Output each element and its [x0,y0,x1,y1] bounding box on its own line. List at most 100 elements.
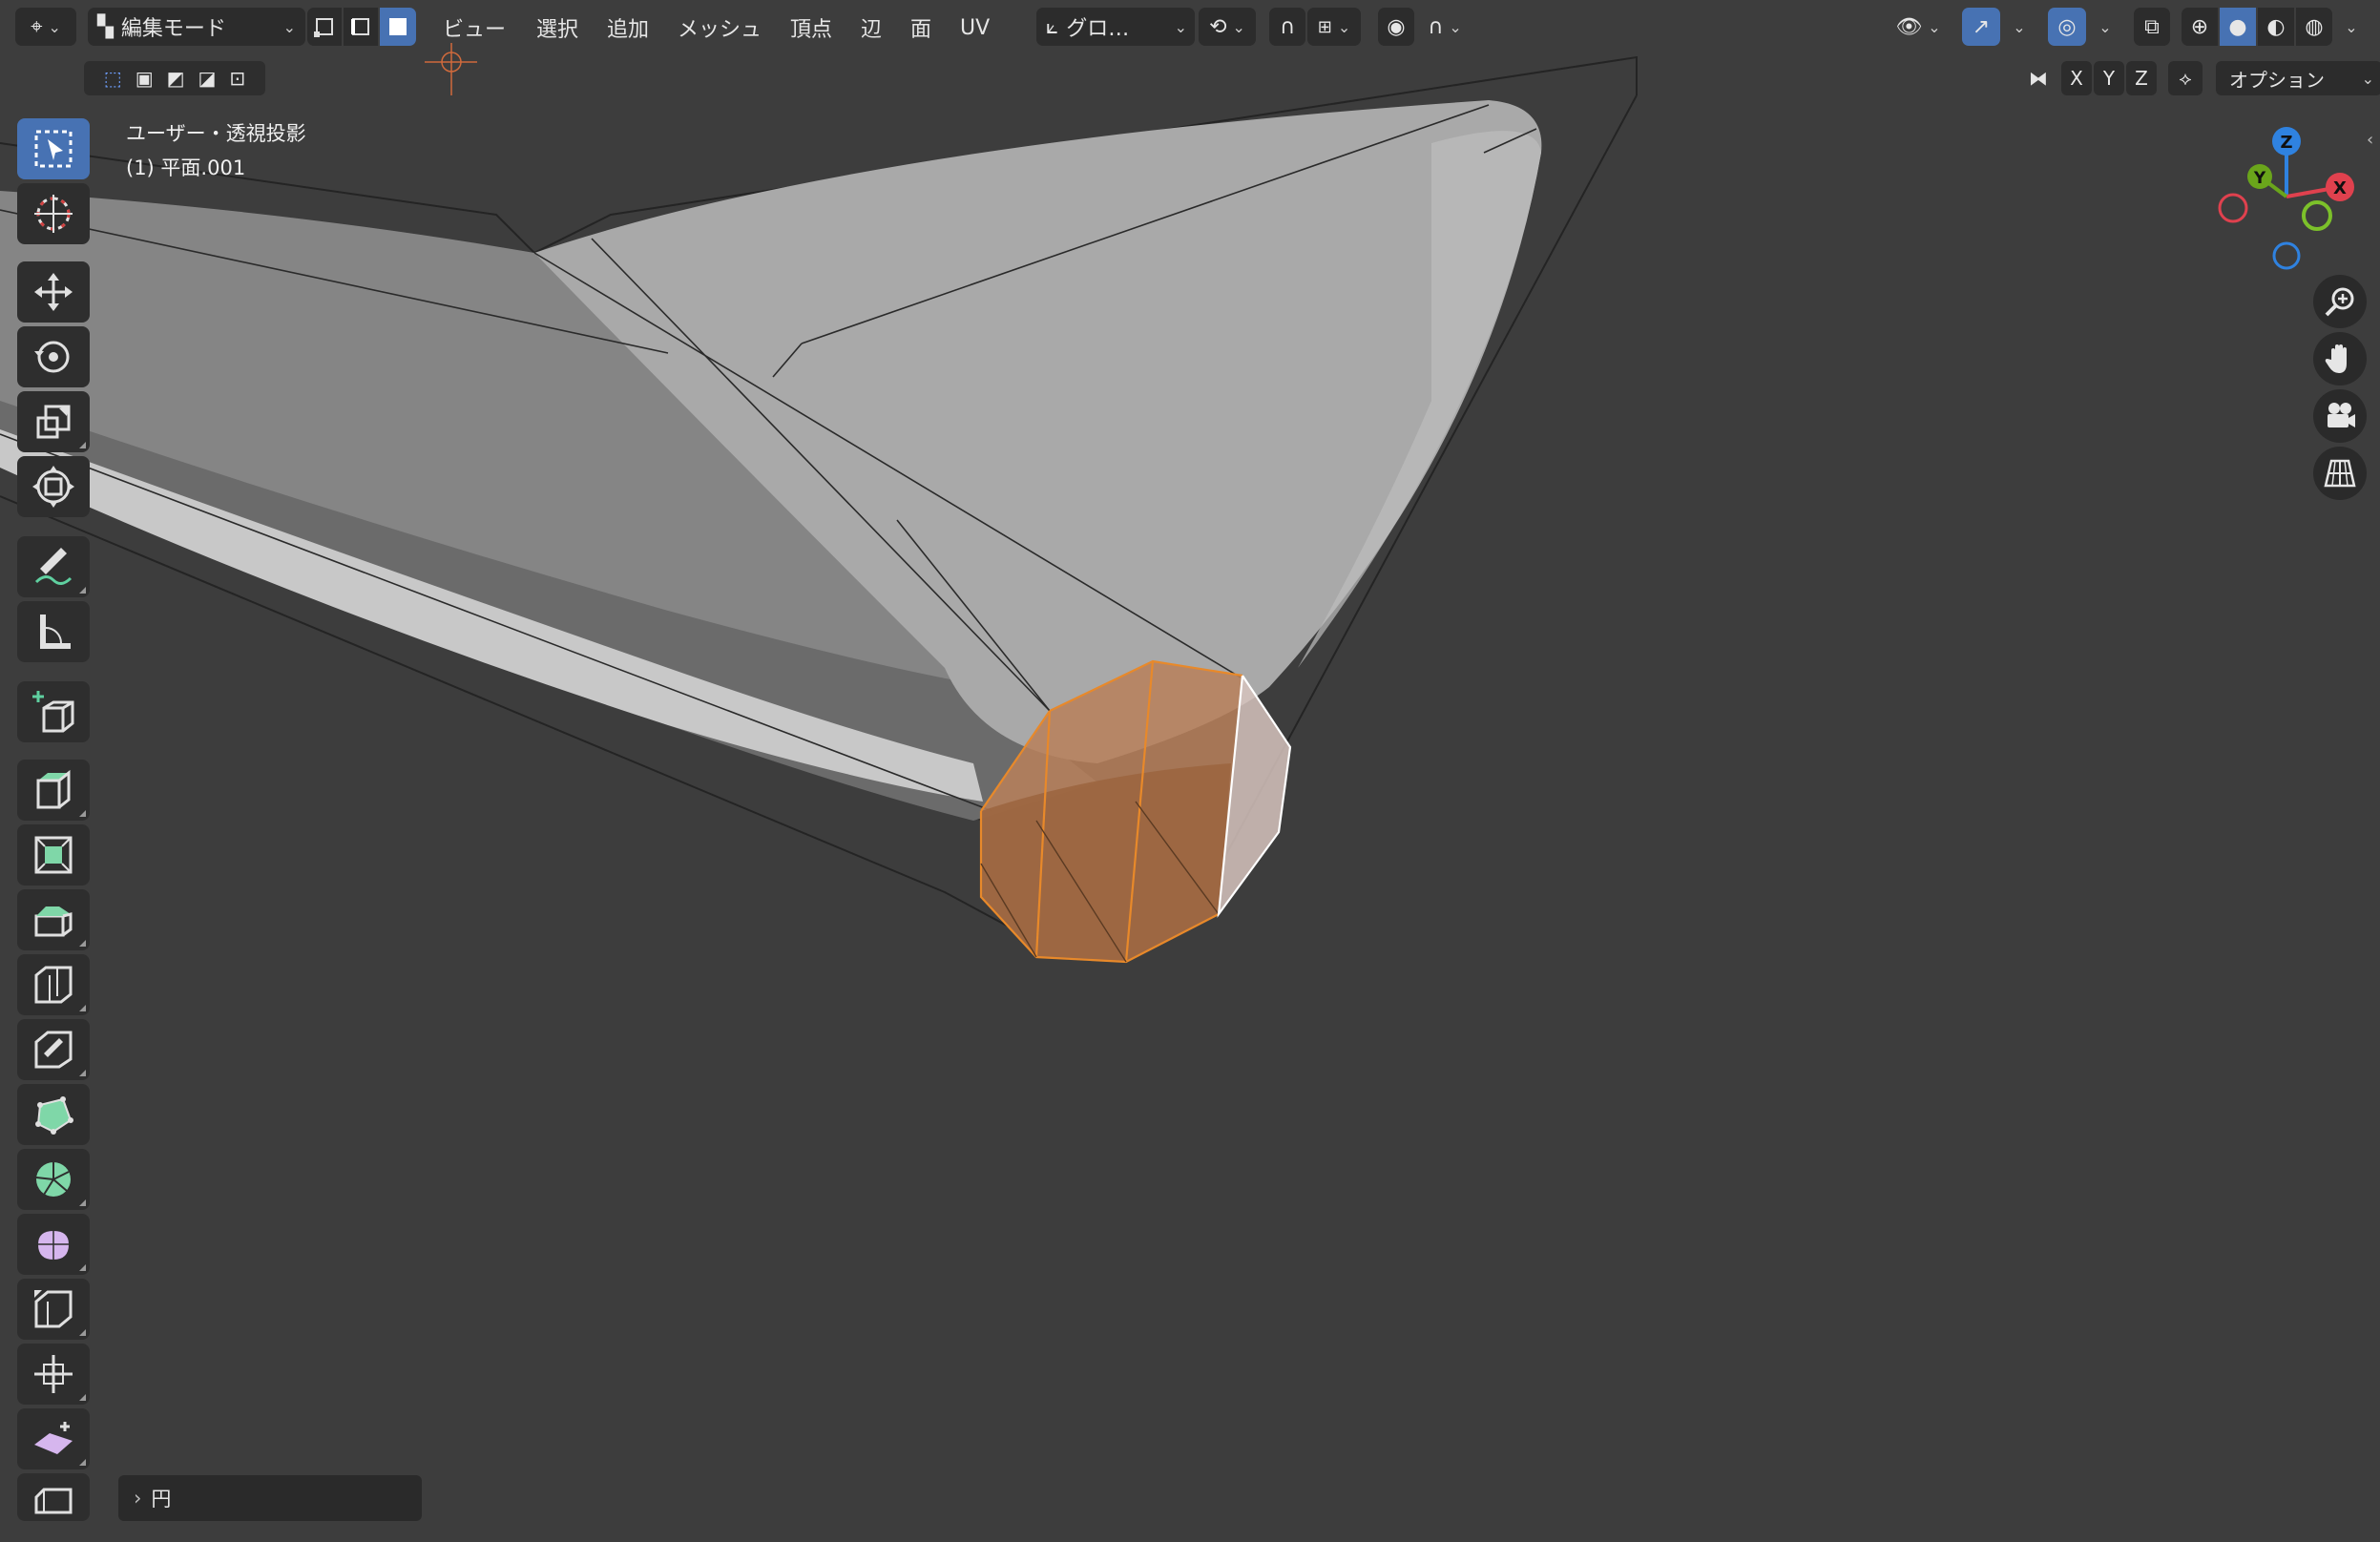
measure-tool[interactable] [17,601,90,662]
shear-tool[interactable] [17,1408,90,1469]
rotate-tool[interactable] [17,326,90,387]
material-sphere-icon: ◐ [2266,14,2286,39]
wireframe-shading-button[interactable]: ⊕ [2182,8,2218,46]
inset-faces-tool[interactable] [17,824,90,886]
edge-select-icon [351,18,369,35]
scale-tool[interactable] [17,391,90,452]
measure-icon [40,615,71,649]
knife-tool[interactable] [17,1019,90,1080]
transform-orientation-dropdown[interactable]: ⟀ グロ… ⌄ [1036,8,1195,46]
overlays-dropdown[interactable]: ⌄ [2088,8,2117,46]
options-label: オプション [2229,68,2325,92]
proportional-edit-icon: ◉ [1387,14,1406,39]
add-cube-tool[interactable] [17,681,90,742]
zoom-button[interactable] [2313,275,2367,328]
menu-edge[interactable]: 辺 [855,11,887,44]
select-new-icon[interactable]: ⬚ [104,67,122,90]
spin-tool[interactable] [17,1149,90,1210]
face-select-icon [389,18,407,35]
smooth-tool[interactable] [17,1214,90,1275]
last-operator-panel[interactable]: › 円 [118,1475,422,1521]
menu-mesh[interactable]: メッシュ [672,11,767,44]
chevron-down-icon: ⌄ [2013,17,2026,36]
rip-region-tool[interactable] [17,1473,90,1521]
material-shading-button[interactable]: ◐ [2258,8,2294,46]
extrude-region-tool[interactable] [17,760,90,821]
snap-target-dropdown[interactable]: ⊞ ⌄ [1307,8,1361,46]
select-invert-icon[interactable]: ◪ [198,67,217,90]
editor-type-button[interactable]: ⌖ ⌄ [15,8,76,46]
gizmo-toggle[interactable]: ↗ [1962,8,2000,46]
face-select-button[interactable] [380,8,416,46]
vertex-select-button[interactable] [307,8,342,46]
topology-mirror-button[interactable]: ⟡ [2168,61,2203,95]
menu-view[interactable]: ビュー [437,11,511,44]
visibility-dropdown[interactable]: 👁 ⌄ [1888,8,1949,46]
chevron-right-icon: › [134,1487,142,1510]
shear-icon [34,1422,73,1454]
edge-select-button[interactable] [344,8,378,46]
3d-viewport[interactable] [0,0,2380,1538]
sidebar-toggle-icon[interactable]: ‹ [2367,130,2373,150]
topology-icon: ⟡ [2179,67,2192,90]
cursor-tool[interactable] [17,183,90,244]
select-subtract-icon[interactable]: ◩ [167,67,185,90]
select-box-tool[interactable] [17,118,90,179]
axis-gizmo: Z X Y [2218,127,2354,270]
menu-select[interactable]: 選択 [531,11,584,44]
select-intersect-icon[interactable]: ⊡ [229,67,245,90]
camera-view-button[interactable] [2313,389,2367,443]
perspective-toggle-button[interactable] [2313,447,2367,500]
pan-button[interactable] [2313,332,2367,386]
menu-uv[interactable]: UV [954,11,995,44]
navigation-gizmo[interactable]: Z X Y [2212,122,2365,271]
selection-mode-group: ⬚ ▣ ◩ ◪ ⊡ [84,61,265,95]
shading-dropdown[interactable]: ⌄ [2334,8,2363,46]
solid-sphere-icon: ● [2228,14,2247,39]
menu-add[interactable]: 追加 [601,11,655,44]
move-tool[interactable] [17,261,90,323]
mirror-y-label: Y [2102,67,2116,90]
annotate-tool[interactable] [17,536,90,597]
overlays-toggle[interactable]: ◎ [2048,8,2086,46]
gizmo-x-label: X [2333,178,2347,198]
xray-icon: ⧉ [2144,14,2160,39]
rendered-shading-button[interactable]: ◍ [2296,8,2332,46]
gizmo-dropdown[interactable]: ⌄ [2002,8,2031,46]
bevel-tool[interactable] [17,889,90,950]
select-extend-icon[interactable]: ▣ [136,67,154,90]
poly-build-icon [35,1096,73,1135]
wireframe-sphere-icon: ⊕ [2190,14,2209,39]
proportional-falloff-dropdown[interactable]: ∩ ⌄ [1416,8,1473,46]
snap-toggle[interactable]: ∩ [1269,8,1305,46]
cursor-icon [34,195,73,233]
mirror-z-button[interactable]: Z [2126,61,2157,95]
extrude-region-icon [36,769,71,809]
eye-icon: 👁 [1895,14,1923,39]
shrink-fatten-tool[interactable] [17,1344,90,1405]
gizmo-y-label: Y [2253,169,2266,188]
camera-icon [2328,403,2355,427]
transform-tool[interactable] [17,456,90,517]
viewport-header: ⌖ ⌄ ▚ 編集モード ⌄ ビュー 選択 追加 メッシュ 頂点 辺 面 UV ⟀ … [0,0,2380,55]
mirror-options[interactable]: ⧓ [2021,61,2056,95]
menu-vertex[interactable]: 頂点 [784,11,838,44]
pivot-point-dropdown[interactable]: ⟲ ⌄ [1199,8,1256,46]
edge-slide-icon [34,1290,73,1328]
poly-build-tool[interactable] [17,1084,90,1145]
options-dropdown[interactable]: オプション ⌄ [2216,61,2380,95]
edge-slide-tool[interactable] [17,1279,90,1340]
gizmo-z-label: Z [2280,133,2292,153]
menu-face[interactable]: 面 [905,11,937,44]
xray-toggle[interactable]: ⧉ [2134,8,2170,46]
edit-mode-icon: ▚ [97,14,114,39]
mirror-x-button[interactable]: X [2061,61,2092,95]
mirror-y-button[interactable]: Y [2094,61,2124,95]
mode-selector[interactable]: ▚ 編集モード ⌄ [88,8,305,46]
proportional-edit-toggle[interactable]: ◉ [1378,8,1414,46]
solid-shading-button[interactable]: ● [2220,8,2256,46]
pivot-icon: ⟲ [1209,14,1227,39]
loop-cut-tool[interactable] [17,954,90,1015]
overlays-icon: ◎ [2057,14,2077,39]
active-object-label: (1) 平面.001 [126,156,246,179]
